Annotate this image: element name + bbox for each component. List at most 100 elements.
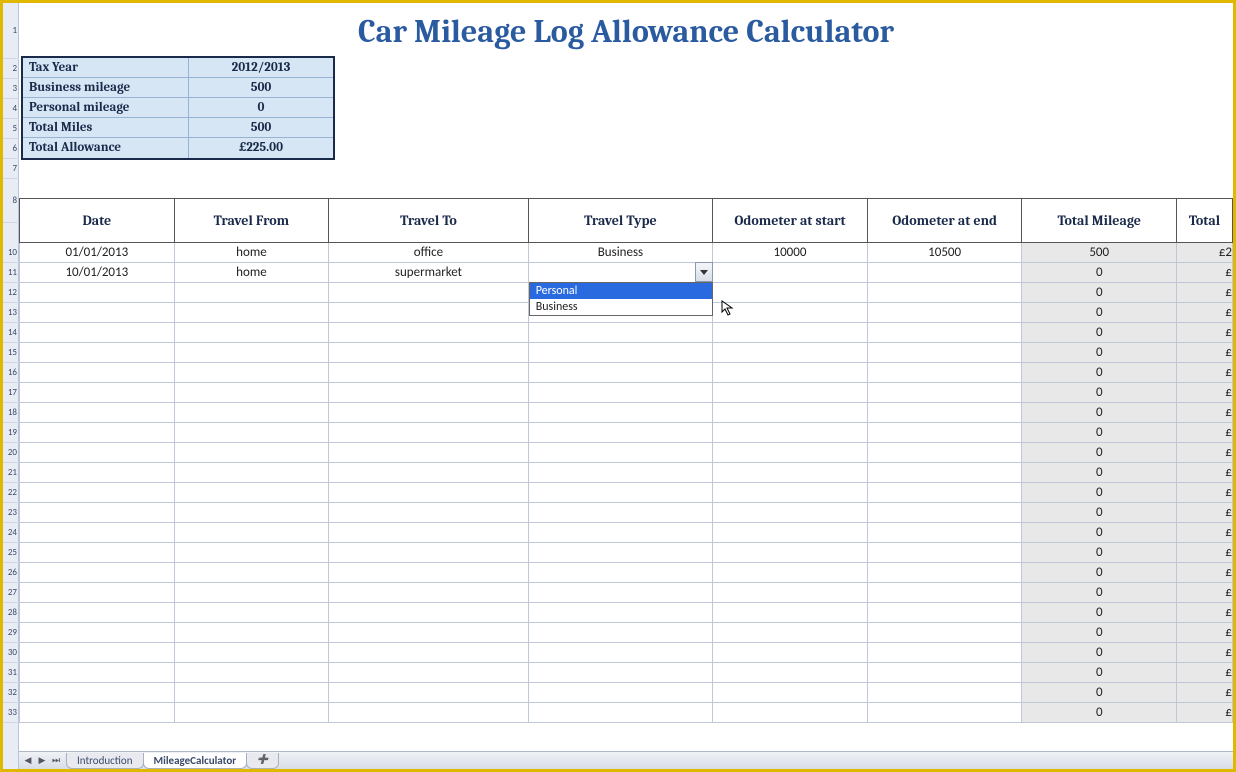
- cell[interactable]: £: [1177, 443, 1233, 463]
- cell[interactable]: [174, 403, 329, 423]
- cell[interactable]: [713, 303, 868, 323]
- cell[interactable]: £: [1177, 623, 1233, 643]
- cell[interactable]: £: [1177, 363, 1233, 383]
- cell[interactable]: £: [1177, 303, 1233, 323]
- sheet-tab[interactable]: MileageCalculator: [143, 753, 248, 769]
- cell[interactable]: [713, 443, 868, 463]
- row-header[interactable]: 29: [3, 623, 19, 643]
- cell[interactable]: [867, 383, 1022, 403]
- cell[interactable]: [329, 343, 528, 363]
- summary-value[interactable]: £225.00: [189, 138, 333, 158]
- cell[interactable]: [174, 543, 329, 563]
- cell[interactable]: [174, 463, 329, 483]
- cell[interactable]: [174, 523, 329, 543]
- cell[interactable]: [329, 583, 528, 603]
- cell[interactable]: [528, 663, 712, 683]
- cell[interactable]: 0: [1022, 303, 1177, 323]
- table-header[interactable]: Total Mileage: [1022, 199, 1177, 243]
- row-header[interactable]: 20: [3, 443, 19, 463]
- row-header[interactable]: 1: [3, 3, 19, 59]
- cell[interactable]: [329, 563, 528, 583]
- cell[interactable]: [867, 283, 1022, 303]
- cell[interactable]: [20, 463, 175, 483]
- row-header[interactable]: 11: [3, 263, 19, 283]
- cell[interactable]: £2: [1177, 243, 1233, 263]
- cell[interactable]: [713, 283, 868, 303]
- cell[interactable]: [174, 583, 329, 603]
- row-header[interactable]: 8: [3, 179, 19, 223]
- cell[interactable]: [329, 623, 528, 643]
- cell[interactable]: [867, 323, 1022, 343]
- cell[interactable]: £: [1177, 263, 1233, 283]
- cell[interactable]: 0: [1022, 463, 1177, 483]
- cell[interactable]: [329, 463, 528, 483]
- cell[interactable]: [174, 423, 329, 443]
- cell[interactable]: [713, 623, 868, 643]
- row-header[interactable]: 4: [3, 99, 19, 119]
- cell[interactable]: PersonalBusiness: [528, 263, 712, 283]
- row-header[interactable]: 19: [3, 423, 19, 443]
- cell[interactable]: [20, 303, 175, 323]
- cell[interactable]: [329, 403, 528, 423]
- cell[interactable]: [528, 603, 712, 623]
- cell[interactable]: 0: [1022, 443, 1177, 463]
- cell[interactable]: [20, 323, 175, 343]
- row-header[interactable]: 13: [3, 303, 19, 323]
- cell[interactable]: [20, 283, 175, 303]
- cell[interactable]: [174, 663, 329, 683]
- cell[interactable]: [174, 563, 329, 583]
- cell[interactable]: [713, 663, 868, 683]
- cell[interactable]: [20, 703, 175, 723]
- cell[interactable]: [528, 483, 712, 503]
- table-header[interactable]: Odometer at end: [867, 199, 1022, 243]
- dropdown-option[interactable]: Business: [530, 299, 712, 315]
- cell[interactable]: [713, 703, 868, 723]
- summary-value[interactable]: 2012/2013: [189, 58, 333, 77]
- cell[interactable]: 0: [1022, 563, 1177, 583]
- cell[interactable]: [713, 563, 868, 583]
- cell[interactable]: £: [1177, 323, 1233, 343]
- cell[interactable]: 0: [1022, 483, 1177, 503]
- cell[interactable]: [867, 463, 1022, 483]
- cell[interactable]: [528, 563, 712, 583]
- row-header[interactable]: 27: [3, 583, 19, 603]
- cell[interactable]: [329, 603, 528, 623]
- cell[interactable]: £: [1177, 343, 1233, 363]
- summary-value[interactable]: 0: [189, 98, 333, 117]
- cell[interactable]: [329, 363, 528, 383]
- table-header[interactable]: Travel Type: [528, 199, 712, 243]
- cell[interactable]: [528, 543, 712, 563]
- cell[interactable]: 0: [1022, 543, 1177, 563]
- row-header[interactable]: 5: [3, 119, 19, 139]
- cell[interactable]: [174, 383, 329, 403]
- cell[interactable]: £: [1177, 563, 1233, 583]
- cell[interactable]: [20, 443, 175, 463]
- cell[interactable]: [713, 383, 868, 403]
- cell[interactable]: 0: [1022, 623, 1177, 643]
- cell[interactable]: [174, 683, 329, 703]
- cell[interactable]: [20, 423, 175, 443]
- cell[interactable]: [329, 643, 528, 663]
- dropdown-button[interactable]: [695, 262, 713, 282]
- cell[interactable]: [20, 503, 175, 523]
- row-header[interactable]: 17: [3, 383, 19, 403]
- row-header[interactable]: 28: [3, 603, 19, 623]
- cell[interactable]: [713, 503, 868, 523]
- table-header[interactable]: Travel To: [329, 199, 528, 243]
- cell[interactable]: 0: [1022, 703, 1177, 723]
- cell[interactable]: [528, 523, 712, 543]
- cell[interactable]: office: [329, 243, 528, 263]
- cell[interactable]: [329, 683, 528, 703]
- cell[interactable]: [528, 323, 712, 343]
- cell[interactable]: [20, 663, 175, 683]
- cell[interactable]: 10/01/2013: [20, 263, 175, 283]
- cell[interactable]: [20, 543, 175, 563]
- cell[interactable]: [20, 383, 175, 403]
- cell[interactable]: [174, 363, 329, 383]
- sheet-tab[interactable]: Introduction: [66, 753, 144, 769]
- cell[interactable]: [867, 643, 1022, 663]
- cell[interactable]: [20, 583, 175, 603]
- row-header[interactable]: 12: [3, 283, 19, 303]
- cell[interactable]: £: [1177, 523, 1233, 543]
- cell[interactable]: [329, 303, 528, 323]
